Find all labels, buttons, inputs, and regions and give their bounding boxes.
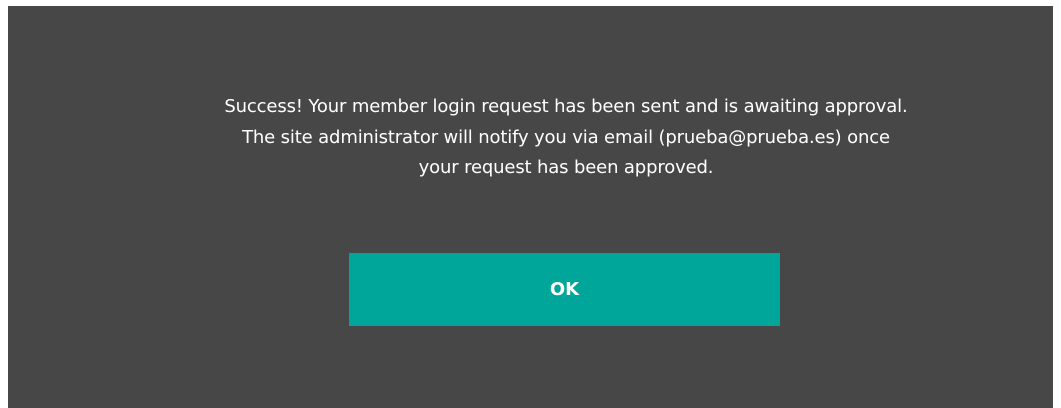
message-line-3: your request has been approved. [418,157,714,178]
message-line-2: The site administrator will notify you v… [242,126,890,148]
ok-button[interactable]: OK [349,253,780,326]
approval-dialog: Success! Your member login request has b… [8,6,1053,408]
message-line-1: Success! Your member login request has b… [224,96,908,117]
success-message: Success! Your member login request has b… [8,92,1061,184]
